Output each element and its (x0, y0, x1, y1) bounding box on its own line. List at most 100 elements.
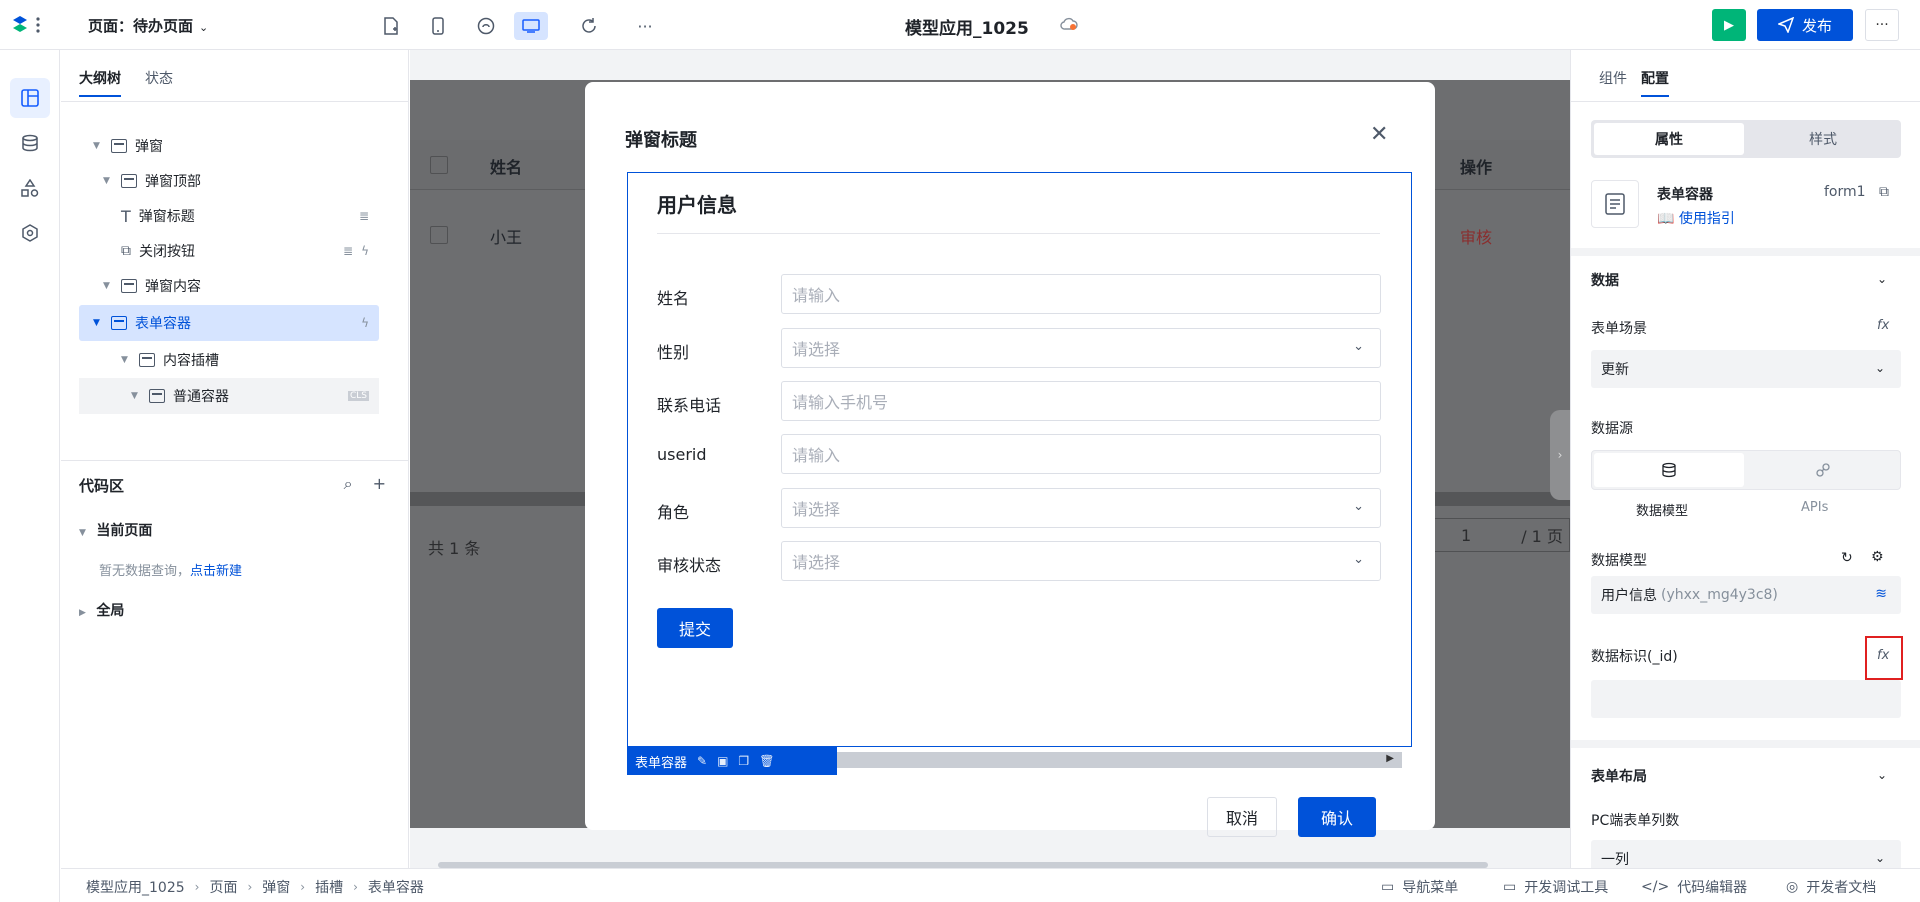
chevron-down-icon[interactable]: ⌄ (1877, 272, 1887, 286)
tab-components[interactable]: 组件 (1599, 68, 1627, 88)
checkbox[interactable] (430, 156, 448, 174)
outline-icon[interactable] (10, 78, 50, 118)
delete-icon[interactable]: 🗑 (759, 754, 774, 768)
form-scene-select[interactable]: 更新 ⌄ (1591, 350, 1901, 388)
publish-button[interactable]: 发布 (1757, 9, 1853, 41)
close-icon[interactable]: ✕ (1370, 122, 1388, 147)
event-icon[interactable]: ϟ (361, 316, 369, 330)
component-name: 表单容器 (1657, 187, 1713, 203)
dialog-scrollbar[interactable]: ▶ (837, 752, 1402, 768)
tree-node-common-container[interactable]: ▼ 普通容器 CLS (79, 378, 379, 414)
data-bind-icon[interactable]: ≣ (359, 209, 369, 223)
tree-node-dialog-header[interactable]: ▼ 弹窗顶部 (79, 163, 379, 199)
code-editor-button[interactable]: </> 代码编辑器 (1641, 877, 1747, 897)
breadcrumb-item[interactable]: 插槽 (315, 877, 343, 897)
create-query-link[interactable]: 点击新建 (190, 564, 242, 579)
data-id-input[interactable] (1591, 680, 1901, 718)
code-group-current-page[interactable]: ▼ 当前页面 (79, 520, 152, 540)
role-select[interactable]: 请选择 ⌄ (781, 488, 1381, 528)
toolbar-more-icon[interactable]: ··· (628, 12, 662, 40)
components-icon[interactable] (10, 168, 50, 208)
tab-config[interactable]: 配置 (1641, 68, 1669, 97)
breadcrumb-item[interactable]: 弹窗 (262, 877, 290, 897)
page-selector[interactable]: 页面：待办页面 ⌄ (88, 15, 208, 36)
caret-down-icon[interactable]: ▼ (103, 176, 115, 186)
name-input[interactable]: 请输入 (781, 274, 1381, 314)
tree-node-close-button[interactable]: ⧉ 关闭按钮 ≣ ϟ (79, 233, 379, 269)
event-icon[interactable]: ϟ (361, 244, 369, 258)
caret-down-icon[interactable]: ▼ (79, 528, 86, 538)
pager-page[interactable]: 1 (1461, 526, 1471, 545)
code-group-global[interactable]: ▶ 全局 (79, 600, 124, 620)
more-button[interactable]: ··· (1865, 9, 1899, 41)
add-page-icon[interactable] (374, 12, 408, 40)
tab-outline[interactable]: 大纲树 (79, 68, 121, 97)
copy-icon[interactable]: ❐ (738, 754, 749, 768)
run-button[interactable]: ▶ (1712, 9, 1746, 41)
cloud-sync-icon[interactable] (1060, 16, 1078, 35)
confirm-button[interactable]: 确认 (1298, 797, 1376, 837)
miniprogram-view-icon[interactable] (469, 12, 503, 40)
caret-down-icon[interactable]: ▼ (103, 281, 115, 291)
side-handle-icon[interactable]: › (1550, 410, 1570, 500)
code-editor-label: 代码编辑器 (1677, 880, 1748, 896)
userid-input[interactable]: 请输入 (781, 434, 1381, 474)
data-bind-icon[interactable]: ≣ (343, 244, 353, 258)
add-icon[interactable]: + (373, 474, 386, 494)
caret-down-icon[interactable]: ▼ (93, 318, 105, 328)
refresh-icon[interactable]: ↻ (1841, 550, 1853, 566)
row-tools: ≣ ϟ (343, 244, 369, 258)
copy-icon[interactable]: ⧉ (1879, 184, 1889, 200)
nav-menu-button[interactable]: ▭ 导航菜单 (1381, 877, 1458, 897)
fx-icon[interactable]: fx (1877, 318, 1889, 333)
cancel-button[interactable]: 取消 (1207, 797, 1277, 837)
pc-cols-select[interactable]: 一列 ⌄ (1591, 840, 1901, 868)
caret-down-icon[interactable]: ▼ (93, 141, 105, 151)
field-label: 姓名 (657, 289, 690, 308)
datasource-api-option[interactable] (1748, 453, 1898, 487)
submit-button[interactable]: 提交 (657, 608, 733, 648)
edit-icon[interactable]: ✎ (697, 754, 707, 768)
app-logo-icon[interactable] (10, 14, 46, 36)
desktop-view-icon[interactable] (514, 12, 548, 40)
tree-node-dialog-title[interactable]: T 弹窗标题 ≣ (79, 198, 379, 234)
refresh-icon[interactable] (572, 12, 606, 40)
save-icon[interactable]: ▣ (717, 754, 728, 768)
audit-link[interactable]: 审核 (1460, 224, 1492, 248)
breadcrumb-item[interactable]: 模型应用_1025 (86, 877, 185, 897)
data-model-select[interactable]: 用户信息 (yhxx_mg4y3c8) ≋ (1591, 576, 1901, 614)
audit-status-select[interactable]: 请选择 ⌄ (781, 541, 1381, 581)
pager[interactable]: 1 / 1 页 (1430, 518, 1570, 552)
scroll-right-icon[interactable]: ▶ (1386, 753, 1394, 764)
dev-docs-button[interactable]: ◎ 开发者文档 (1786, 877, 1876, 897)
caret-right-icon[interactable]: ▶ (79, 608, 86, 618)
tree-node-dialog-content[interactable]: ▼ 弹窗内容 (79, 268, 379, 304)
dev-tools-button[interactable]: ▭ 开发调试工具 (1503, 877, 1608, 897)
datasource-model-option[interactable] (1594, 453, 1744, 487)
checkbox[interactable] (430, 226, 448, 244)
tab-styles[interactable]: 样式 (1748, 123, 1898, 155)
button-icon: ⧉ (121, 243, 131, 259)
tab-properties[interactable]: 属性 (1594, 123, 1744, 155)
class-icon[interactable]: CLS (347, 391, 369, 401)
mobile-view-icon[interactable] (421, 12, 455, 40)
guide-link[interactable]: 📖 使用指引 (1657, 208, 1735, 228)
settings-icon[interactable] (10, 213, 50, 253)
tree-node-dialog[interactable]: ▼ 弹窗 (79, 128, 379, 164)
database-icon[interactable] (10, 123, 50, 163)
tree-node-content-slot[interactable]: ▼ 内容插槽 (79, 342, 379, 378)
search-icon[interactable]: ⌕ (344, 474, 353, 494)
breadcrumb-item[interactable]: 表单容器 (368, 877, 424, 897)
tab-state[interactable]: 状态 (145, 68, 173, 88)
caret-down-icon[interactable]: ▼ (131, 391, 143, 401)
form-container[interactable]: 用户信息 姓名 请输入 性别 请选择 ⌄ 联系电话 请输入手机号 userid 请… (627, 172, 1412, 747)
gender-select[interactable]: 请选择 ⌄ (781, 328, 1381, 368)
tree-node-form-container[interactable]: ▼ 表单容器 ϟ (79, 305, 379, 341)
phone-input[interactable]: 请输入手机号 (781, 381, 1381, 421)
gear-icon[interactable]: ⚙ (1871, 549, 1884, 565)
chevron-down-icon[interactable]: ⌄ (1877, 768, 1887, 782)
data-id-fx-button[interactable]: fx (1865, 636, 1903, 680)
placeholder: 请输入手机号 (792, 393, 889, 412)
breadcrumb-item[interactable]: 页面 (209, 877, 237, 897)
caret-down-icon[interactable]: ▼ (121, 355, 133, 365)
